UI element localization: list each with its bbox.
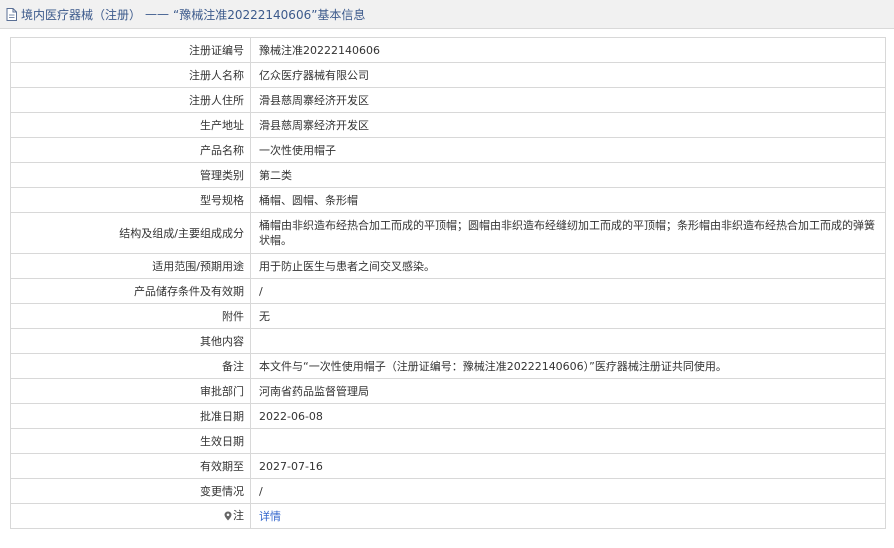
header-category: 境内医疗器械（注册）	[21, 7, 142, 22]
row-label: 审批部门	[10, 378, 251, 404]
table-row: 有效期至 2027-07-16	[10, 453, 886, 479]
row-label: 产品储存条件及有效期	[10, 278, 251, 304]
row-value	[250, 428, 886, 454]
row-label: 注册人住所	[10, 87, 251, 113]
row-label: 结构及组成/主要组成成分	[10, 212, 251, 254]
row-value: 桶帽、圆帽、条形帽	[250, 187, 886, 213]
table-row: 管理类别 第二类	[10, 162, 886, 188]
page-header: 境内医疗器械（注册） —— “豫械注准20222140606”基本信息	[0, 0, 894, 29]
row-value: 用于防止医生与患者之间交叉感染。	[250, 253, 886, 279]
row-value: 滑县慈周寨经济开发区	[250, 87, 886, 113]
note-value-cell: 详情	[250, 503, 886, 529]
row-label: 变更情况	[10, 478, 251, 504]
row-label: 备注	[10, 353, 251, 379]
table-row: 审批部门 河南省药品监督管理局	[10, 378, 886, 404]
details-link[interactable]: 详情	[259, 510, 281, 523]
row-value: 滑县慈周寨经济开发区	[250, 112, 886, 138]
table-row: 型号规格 桶帽、圆帽、条形帽	[10, 187, 886, 213]
table-row: 附件 无	[10, 303, 886, 329]
row-label: 有效期至	[10, 453, 251, 479]
row-value: 亿众医疗器械有限公司	[250, 62, 886, 88]
row-label: 产品名称	[10, 137, 251, 163]
row-value	[250, 328, 886, 354]
row-label: 其他内容	[10, 328, 251, 354]
table-row: 变更情况 /	[10, 478, 886, 504]
document-icon	[6, 7, 18, 21]
table-row: 生产地址 滑县慈周寨经济开发区	[10, 112, 886, 138]
table-row: 备注 本文件与“一次性使用帽子（注册证编号：豫械注准20222140606）”医…	[10, 353, 886, 379]
table-row: 注册证编号 豫械注准20222140606	[10, 37, 886, 63]
row-value: 本文件与“一次性使用帽子（注册证编号：豫械注准20222140606）”医疗器械…	[250, 353, 886, 379]
note-label-cell: 注	[10, 503, 251, 529]
pin-icon	[224, 510, 232, 525]
row-label: 批准日期	[10, 403, 251, 429]
row-value: 2027-07-16	[250, 453, 886, 479]
note-label: 注	[233, 508, 244, 522]
row-label: 注册证编号	[10, 37, 251, 63]
row-value: 河南省药品监督管理局	[250, 378, 886, 404]
header-subject: “豫械注准20222140606”基本信息	[173, 7, 366, 22]
note-row: 注 详情	[10, 503, 886, 529]
table-row: 产品名称 一次性使用帽子	[10, 137, 886, 163]
row-label: 生产地址	[10, 112, 251, 138]
row-label: 适用范围/预期用途	[10, 253, 251, 279]
row-value: 豫械注准20222140606	[250, 37, 886, 63]
table-row: 适用范围/预期用途 用于防止医生与患者之间交叉感染。	[10, 253, 886, 279]
table-row: 注册人名称 亿众医疗器械有限公司	[10, 62, 886, 88]
header-separator: ——	[145, 7, 170, 21]
row-value: /	[250, 478, 886, 504]
table-row: 结构及组成/主要组成成分 桶帽由非织造布经热合加工而成的平顶帽；圆帽由非织造布经…	[10, 212, 886, 254]
row-value: /	[250, 278, 886, 304]
row-label: 注册人名称	[10, 62, 251, 88]
row-label: 型号规格	[10, 187, 251, 213]
row-value: 无	[250, 303, 886, 329]
row-value: 一次性使用帽子	[250, 137, 886, 163]
table-row: 注册人住所 滑县慈周寨经济开发区	[10, 87, 886, 113]
table-row: 其他内容	[10, 328, 886, 354]
row-label: 生效日期	[10, 428, 251, 454]
registration-info-table: 注册证编号 豫械注准20222140606 注册人名称 亿众医疗器械有限公司 注…	[10, 37, 886, 529]
row-value: 2022-06-08	[250, 403, 886, 429]
row-value: 桶帽由非织造布经热合加工而成的平顶帽；圆帽由非织造布经缝纫加工而成的平顶帽；条形…	[250, 212, 886, 254]
table-row: 批准日期 2022-06-08	[10, 403, 886, 429]
row-label: 附件	[10, 303, 251, 329]
table-row: 产品储存条件及有效期 /	[10, 278, 886, 304]
row-value: 第二类	[250, 162, 886, 188]
table-row: 生效日期	[10, 428, 886, 454]
row-label: 管理类别	[10, 162, 251, 188]
